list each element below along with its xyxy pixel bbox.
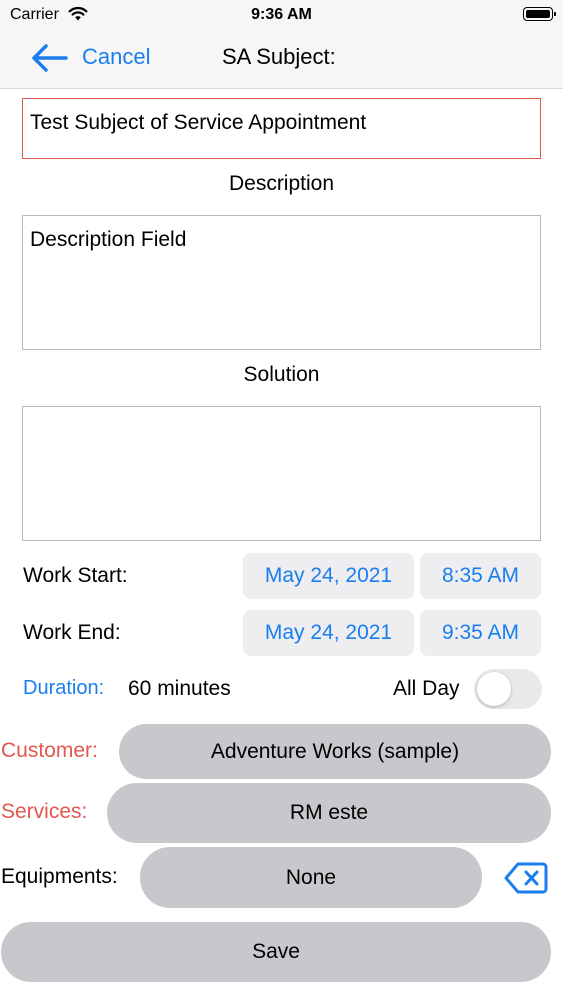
save-button[interactable]: Save [1,922,551,982]
duration-label: Duration: [23,677,105,699]
cancel-button[interactable]: Cancel [82,44,150,70]
work-start-date-button[interactable]: May 24, 2021 [243,553,414,599]
customer-label: Customer: [1,739,98,762]
work-end-time-button[interactable]: 9:35 AM [420,610,541,656]
services-button[interactable]: RM este [107,783,551,843]
clear-delete-icon[interactable] [504,861,548,900]
work-end-label: Work End: [23,621,121,644]
equipments-label: Equipments: [1,865,118,888]
toggle-knob [477,672,511,706]
back-arrow-icon[interactable] [30,43,68,78]
equipments-button[interactable]: None [140,847,482,908]
battery-icon [523,7,556,21]
solution-label: Solution [243,363,320,386]
subject-field[interactable]: Test Subject of Service Appointment [22,98,541,159]
services-label: Services: [1,800,88,823]
work-start-time-button[interactable]: 8:35 AM [420,553,541,599]
status-time: 9:36 AM [251,6,312,23]
description-label: Description [228,172,335,195]
work-start-label: Work Start: [23,564,128,587]
solution-field[interactable] [22,406,541,541]
all-day-label: All Day [393,677,460,700]
description-field[interactable]: Description Field [22,215,541,350]
customer-button[interactable]: Adventure Works (sample) [119,724,551,779]
all-day-toggle[interactable] [474,669,542,709]
duration-value: 60 minutes [128,677,231,700]
work-end-date-button[interactable]: May 24, 2021 [243,610,414,656]
page-title: SA Subject: [222,44,336,69]
